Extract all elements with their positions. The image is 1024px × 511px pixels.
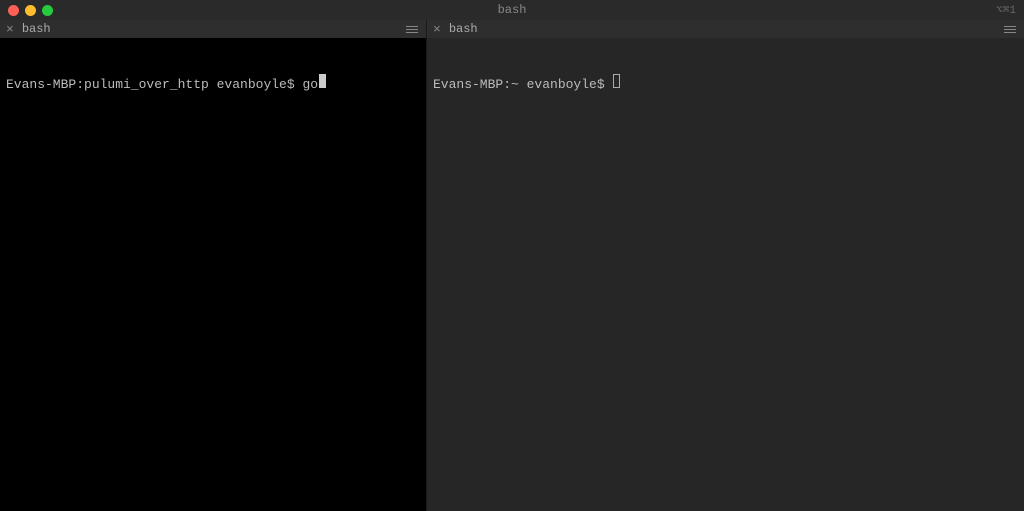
prompt-text: Evans-MBP:pulumi_over_http evanboyle$ [6,77,302,93]
prompt-text: Evans-MBP:~ evanboyle$ [433,77,612,93]
terminal-pane-right[interactable]: × bash Evans-MBP:~ evanboyle$ [426,20,1024,511]
tab-label[interactable]: bash [22,22,51,36]
prompt-line: Evans-MBP:~ evanboyle$ [433,74,1018,93]
close-button[interactable] [8,5,19,16]
titlebar-right-text: ⌥⌘1 [996,3,1016,17]
minimize-button[interactable] [25,5,36,16]
tabbar-left: × bash [0,20,426,38]
tabbar-right: × bash [427,20,1024,38]
command-input[interactable]: go [302,77,318,93]
window-title: bash [498,3,527,17]
prompt-line: Evans-MBP:pulumi_over_http evanboyle$ go [6,74,420,93]
hamburger-icon[interactable] [404,24,420,35]
traffic-lights [8,5,53,16]
terminal-body-right[interactable]: Evans-MBP:~ evanboyle$ [427,38,1024,511]
maximize-button[interactable] [42,5,53,16]
tab-close-icon[interactable]: × [6,23,14,36]
hamburger-icon[interactable] [1002,24,1018,35]
terminal-pane-left[interactable]: × bash Evans-MBP:pulumi_over_http evanbo… [0,20,426,511]
window-titlebar: bash ⌥⌘1 [0,0,1024,20]
cursor-icon [319,74,326,88]
tab-close-icon[interactable]: × [433,23,441,36]
tab-label[interactable]: bash [449,22,478,36]
terminal-body-left[interactable]: Evans-MBP:pulumi_over_http evanboyle$ go [0,38,426,511]
split-panes: × bash Evans-MBP:pulumi_over_http evanbo… [0,20,1024,511]
cursor-icon [613,74,620,88]
